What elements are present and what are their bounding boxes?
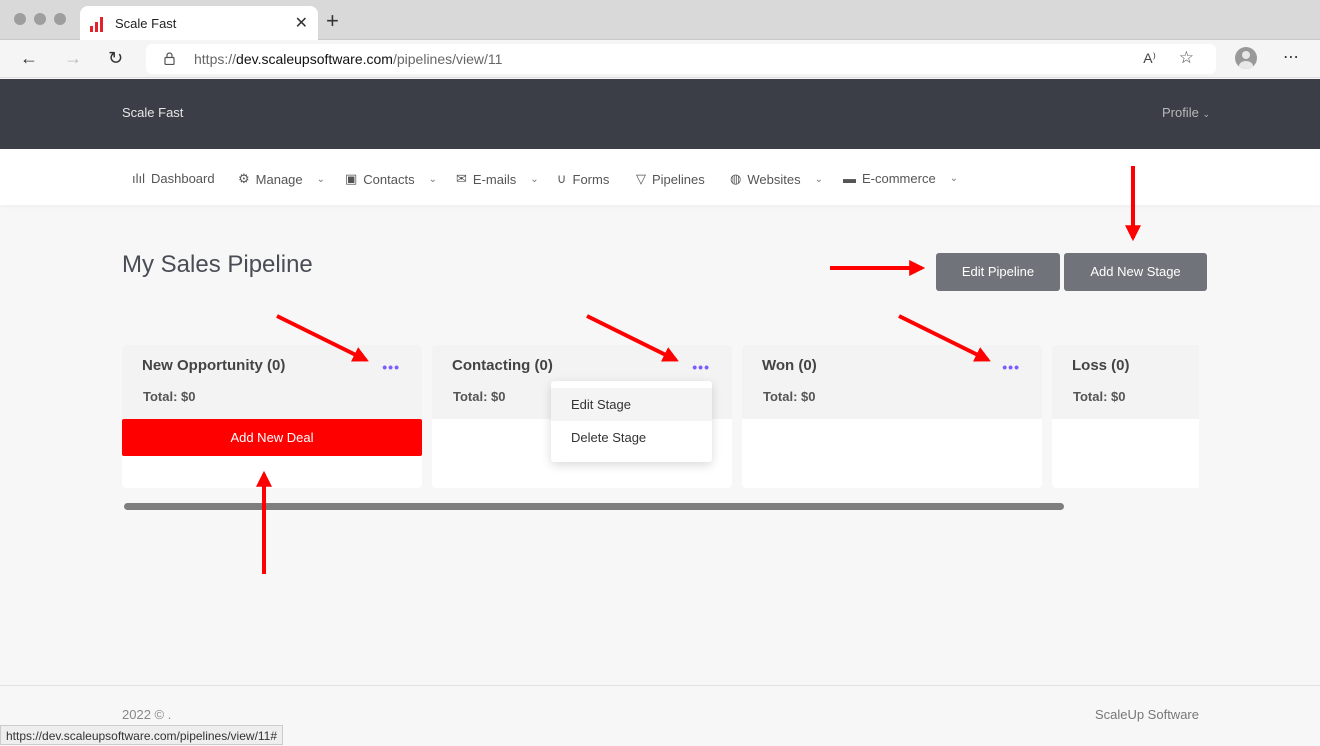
nav-manage[interactable]: ⚙ Manage ⌄ — [238, 171, 325, 187]
stage-total: Total: $0 — [143, 389, 196, 404]
main-nav: ılıl Dashboard ⚙ Manage ⌄ ▣ Contacts ⌄ ✉… — [0, 149, 1320, 205]
browser-status-bar: https://dev.scaleupsoftware.com/pipeline… — [0, 725, 284, 745]
globe-icon: ◍ — [730, 171, 742, 186]
favorites-star-icon[interactable]: ☆ — [1179, 48, 1194, 68]
mail-icon: ✉ — [456, 171, 467, 186]
tab-close-icon[interactable]: ✕ — [295, 13, 308, 33]
app-header: Scale Fast Profile ⌄ — [0, 79, 1320, 149]
new-tab-icon[interactable]: + — [326, 8, 339, 34]
delete-stage-menu-item[interactable]: Delete Stage — [551, 421, 712, 454]
nav-forms[interactable]: ∪ Forms — [557, 171, 609, 187]
horizontal-scrollbar[interactable] — [124, 503, 1064, 510]
reload-icon[interactable]: ↻ — [108, 48, 123, 69]
browser-tab-bar: Scale Fast ✕ + — [0, 0, 1320, 40]
stage-header: New Opportunity (0) Total: $0 ••• — [122, 345, 422, 419]
nav-emails[interactable]: ✉ E-mails ⌄ — [456, 171, 539, 187]
bar-chart-icon: ılıl — [132, 171, 145, 186]
stage-name: Loss (0) — [1072, 357, 1130, 374]
window-close-dot[interactable] — [14, 13, 26, 25]
url-text[interactable]: https://dev.scaleupsoftware.com/pipeline… — [194, 51, 502, 67]
read-aloud-icon[interactable]: A⁾ — [1143, 50, 1156, 67]
back-arrow-icon[interactable]: ← — [20, 48, 38, 69]
lock-icon — [164, 52, 175, 65]
chevron-down-icon: ⌄ — [814, 173, 823, 185]
magnet-icon: ∪ — [557, 171, 567, 186]
stage-column: Won (0) Total: $0 ••• — [742, 345, 1042, 488]
stage-column: New Opportunity (0) Total: $0 ••• Add Ne… — [122, 345, 422, 488]
contact-card-icon: ▣ — [345, 171, 358, 186]
footer-divider — [0, 685, 1320, 686]
browser-tab[interactable]: Scale Fast ✕ — [80, 6, 318, 40]
profile-menu[interactable]: Profile ⌄ — [1162, 105, 1210, 120]
funnel-icon: ▽ — [636, 171, 646, 186]
edit-pipeline-button[interactable]: Edit Pipeline — [936, 253, 1060, 291]
stage-column: Loss (0) Total: $0 — [1052, 345, 1199, 488]
edit-stage-menu-item[interactable]: Edit Stage — [551, 388, 712, 421]
nav-contacts[interactable]: ▣ Contacts ⌄ — [345, 171, 437, 187]
window-minimize-dot[interactable] — [34, 13, 46, 25]
chevron-down-icon: ⌄ — [428, 173, 437, 185]
stage-name: Won (0) — [762, 357, 817, 374]
browser-more-icon[interactable]: ⋯ — [1283, 47, 1300, 67]
stage-total: Total: $0 — [763, 389, 816, 404]
stage-options-icon[interactable]: ••• — [1002, 359, 1020, 375]
add-new-deal-button[interactable]: Add New Deal — [122, 419, 422, 456]
scale-fast-favicon-icon — [90, 17, 103, 32]
stage-name: Contacting (0) — [452, 357, 553, 374]
tab-title: Scale Fast — [115, 16, 177, 31]
footer-company[interactable]: ScaleUp Software — [1095, 707, 1199, 722]
forward-arrow-icon[interactable]: → — [64, 48, 82, 69]
footer-copyright: 2022 © . — [122, 707, 172, 722]
chevron-down-icon: ⌄ — [949, 173, 959, 184]
nav-ecommerce[interactable]: ▬ E-commerce ⌄ — [843, 171, 958, 186]
gear-icon: ⚙ — [238, 171, 250, 186]
stage-options-icon[interactable]: ••• — [692, 359, 710, 375]
nav-pipelines[interactable]: ▽ Pipelines — [636, 171, 705, 187]
stage-options-icon[interactable]: ••• — [382, 359, 400, 375]
add-new-stage-button[interactable]: Add New Stage — [1064, 253, 1207, 291]
chevron-down-icon: ⌄ — [530, 173, 539, 185]
brand-name[interactable]: Scale Fast — [122, 105, 183, 120]
page-title: My Sales Pipeline — [122, 251, 313, 278]
stage-options-menu: Edit Stage Delete Stage — [551, 381, 712, 462]
nav-dashboard[interactable]: ılıl Dashboard — [132, 171, 215, 186]
chevron-down-icon: ⌄ — [316, 173, 326, 185]
profile-avatar-icon[interactable] — [1235, 47, 1257, 69]
stage-total: Total: $0 — [453, 389, 506, 404]
browser-toolbar: ← → ↻ https://dev.scaleupsoftware.com/pi… — [0, 40, 1320, 78]
envelope-icon: ▬ — [843, 171, 856, 186]
stage-header: Loss (0) Total: $0 — [1052, 345, 1199, 419]
stage-header: Won (0) Total: $0 ••• — [742, 345, 1042, 419]
chevron-down-icon: ⌄ — [1202, 109, 1210, 119]
address-bar[interactable]: https://dev.scaleupsoftware.com/pipeline… — [146, 44, 1216, 74]
nav-websites[interactable]: ◍ Websites ⌄ — [730, 171, 823, 187]
stage-name: New Opportunity (0) — [142, 357, 286, 374]
window-zoom-dot[interactable] — [54, 13, 66, 25]
stage-total: Total: $0 — [1073, 389, 1126, 404]
